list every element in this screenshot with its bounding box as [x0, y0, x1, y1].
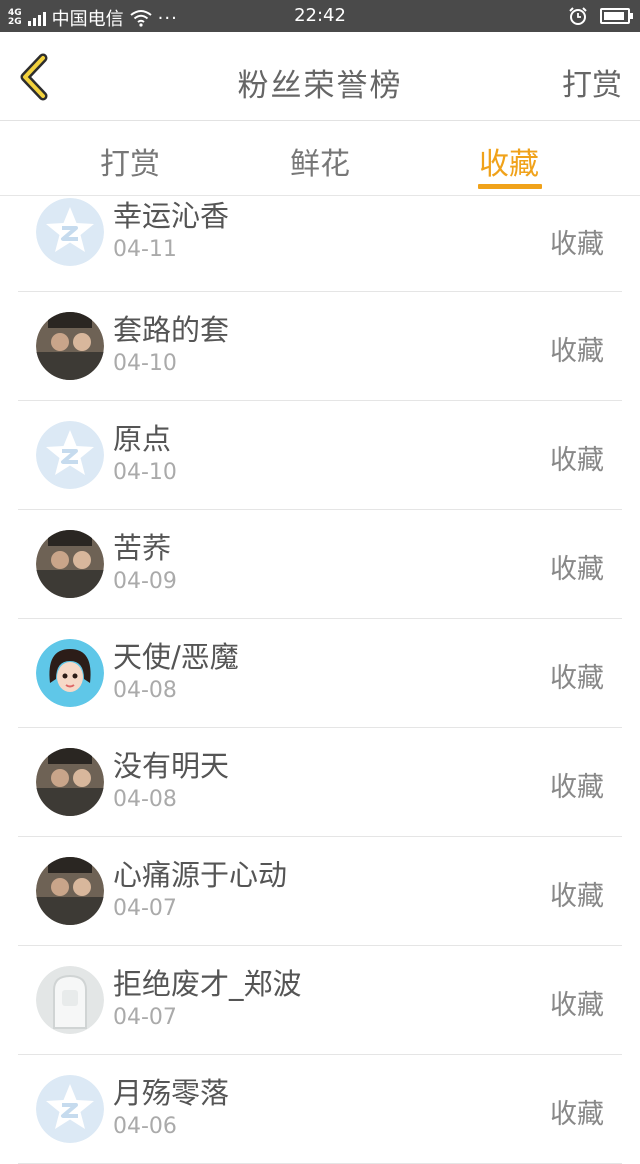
- tab-flowers[interactable]: 鲜花: [290, 139, 350, 183]
- list-item[interactable]: 心痛源于心动 04-07 收藏: [0, 837, 640, 946]
- title-bar: 粉丝荣誉榜 打赏: [0, 32, 640, 121]
- photo-avatar-icon: [36, 530, 104, 598]
- favorite-date: 04-07: [113, 1005, 177, 1030]
- list-item[interactable]: 拒绝废才_郑波 04-07 收藏: [0, 946, 640, 1055]
- favorite-action-label: 收藏: [550, 772, 604, 803]
- default-avatar-icon: [36, 1075, 104, 1143]
- favorite-action-label: 收藏: [550, 1099, 604, 1130]
- battery-fill: [604, 12, 624, 20]
- active-tab-indicator: [478, 184, 542, 189]
- favorite-date: 04-11: [113, 237, 177, 262]
- list-item[interactable]: 苦荞 04-09 收藏: [0, 510, 640, 619]
- user-name: 幸运沁香: [113, 199, 230, 233]
- favorite-date: 04-09: [113, 569, 177, 594]
- list-item[interactable]: 原点 04-10 收藏: [0, 401, 640, 510]
- user-name: 原点: [113, 422, 172, 456]
- photo-avatar-icon: [36, 857, 104, 925]
- favorite-action-label: 收藏: [550, 336, 604, 367]
- alarm-icon: [569, 7, 587, 25]
- favorite-action-label: 收藏: [550, 554, 604, 585]
- favorite-date: 04-08: [113, 787, 177, 812]
- photo-avatar-icon: [36, 312, 104, 380]
- fan-list: 幸运沁香 04-11 收藏 套路的套 04-10 收藏 原点 04-10 收藏 苦荞 04-09 收藏…: [0, 196, 640, 1164]
- favorite-action-label: 收藏: [550, 663, 604, 694]
- photo-avatar-icon: [36, 748, 104, 816]
- list-item[interactable]: 月殇零落 04-06 收藏: [0, 1055, 640, 1164]
- default-avatar-icon: [36, 198, 104, 266]
- list-item[interactable]: 没有明天 04-08 收藏: [0, 728, 640, 837]
- favorite-date: 04-08: [113, 678, 177, 703]
- tab-bar: 打赏 鲜花 收藏: [0, 121, 640, 196]
- favorite-date: 04-07: [113, 896, 177, 921]
- reward-button[interactable]: 打赏: [562, 60, 622, 104]
- status-bar: 4G 2G 中国电信 ··· 22:42: [0, 0, 640, 32]
- placeholder-avatar-icon: [36, 966, 104, 1034]
- user-name: 苦荞: [113, 531, 172, 565]
- status-right: [568, 6, 633, 26]
- user-name: 月殇零落: [113, 1076, 230, 1110]
- tab-favorites[interactable]: 收藏: [479, 139, 539, 183]
- default-avatar-icon: [36, 421, 104, 489]
- battery-icon: [600, 8, 633, 24]
- list-item[interactable]: 套路的套 04-10 收藏: [0, 292, 640, 401]
- tab-reward[interactable]: 打赏: [100, 139, 160, 183]
- list-item[interactable]: 幸运沁香 04-11 收藏: [0, 196, 640, 292]
- cartoon-avatar-icon: [36, 639, 104, 707]
- favorite-action-label: 收藏: [550, 990, 604, 1021]
- favorite-action-label: 收藏: [550, 881, 604, 912]
- favorite-date: 04-10: [113, 460, 177, 485]
- user-name: 心痛源于心动: [113, 858, 288, 892]
- clock: 22:42: [294, 5, 346, 26]
- favorite-date: 04-06: [113, 1114, 177, 1139]
- favorite-action-label: 收藏: [550, 445, 604, 476]
- user-name: 拒绝废才_郑波: [113, 967, 302, 1001]
- favorite-date: 04-10: [113, 351, 177, 376]
- user-name: 没有明天: [113, 749, 230, 783]
- list-item[interactable]: 天使/恶魔 04-08 收藏: [0, 619, 640, 728]
- user-name: 套路的套: [113, 313, 230, 347]
- page-title: 粉丝荣誉榜: [237, 68, 403, 104]
- favorite-action-label: 收藏: [550, 229, 604, 260]
- user-name: 天使/恶魔: [113, 640, 239, 674]
